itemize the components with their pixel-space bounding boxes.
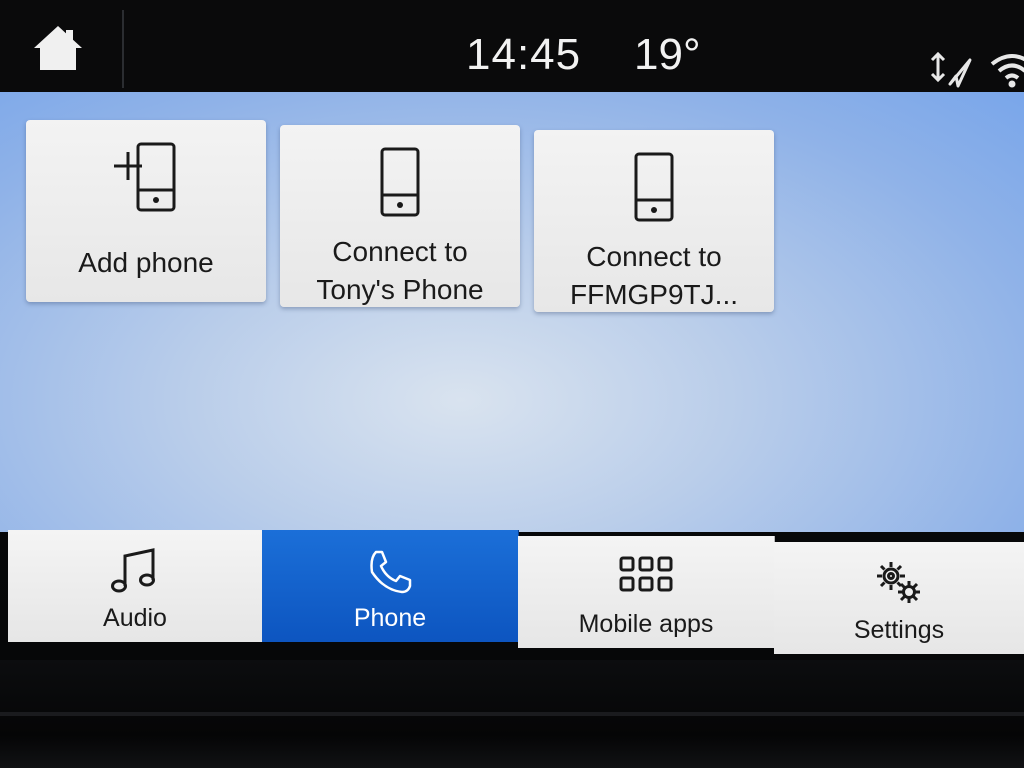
device-name-text: FFMGP9TJ... [570, 279, 738, 310]
add-phone-label: Add phone [78, 247, 214, 278]
tab-settings[interactable]: Settings [774, 542, 1024, 654]
connect-to-text: Connect to [586, 241, 722, 272]
phone-icon [380, 147, 420, 217]
add-phone-icon [114, 142, 176, 212]
tab-phone-label: Phone [353, 604, 427, 632]
tab-audio[interactable]: Audio [8, 530, 263, 642]
status-bar: 14:45 19° [0, 0, 1024, 92]
tab-mobile-apps[interactable]: Mobile apps [518, 536, 775, 648]
tab-audio-label: Audio [103, 604, 167, 632]
navigation-arrows-icon [928, 50, 974, 90]
phone-main-area: Add phone Connect to Tony's Phone Connec… [0, 92, 1024, 532]
bezel-ridge [0, 712, 1024, 716]
outside-temperature: 19° [634, 30, 701, 79]
phone-handset-icon [370, 550, 412, 594]
bottom-tab-bar: Audio Phone Mobile apps Settings [8, 530, 1024, 654]
home-icon [34, 26, 82, 70]
tab-phone[interactable]: Phone [262, 530, 519, 642]
connect-ffmgp9tj-tile[interactable]: Connect to FFMGP9TJ... [534, 130, 774, 312]
apps-grid-icon [619, 556, 673, 592]
clock-time: 14:45 [466, 30, 582, 79]
home-button[interactable] [28, 22, 88, 78]
device-name-text: Tony's Phone [316, 274, 484, 305]
connect-to-text: Connect to [332, 236, 468, 267]
connect-tonys-phone-tile[interactable]: Connect to Tony's Phone [280, 125, 520, 307]
add-phone-tile[interactable]: Add phone [26, 120, 266, 302]
gears-icon [877, 562, 920, 603]
connect-tonys-phone-label: Connect to Tony's Phone [280, 233, 520, 309]
wifi-icon [988, 50, 1024, 90]
music-note-icon [111, 548, 155, 593]
tab-mobile-apps-label: Mobile apps [578, 610, 714, 638]
connect-ffmgp9tj-label: Connect to FFMGP9TJ... [534, 238, 774, 314]
tab-settings-label: Settings [853, 616, 945, 644]
divider [122, 10, 124, 88]
phone-icon [634, 152, 674, 222]
